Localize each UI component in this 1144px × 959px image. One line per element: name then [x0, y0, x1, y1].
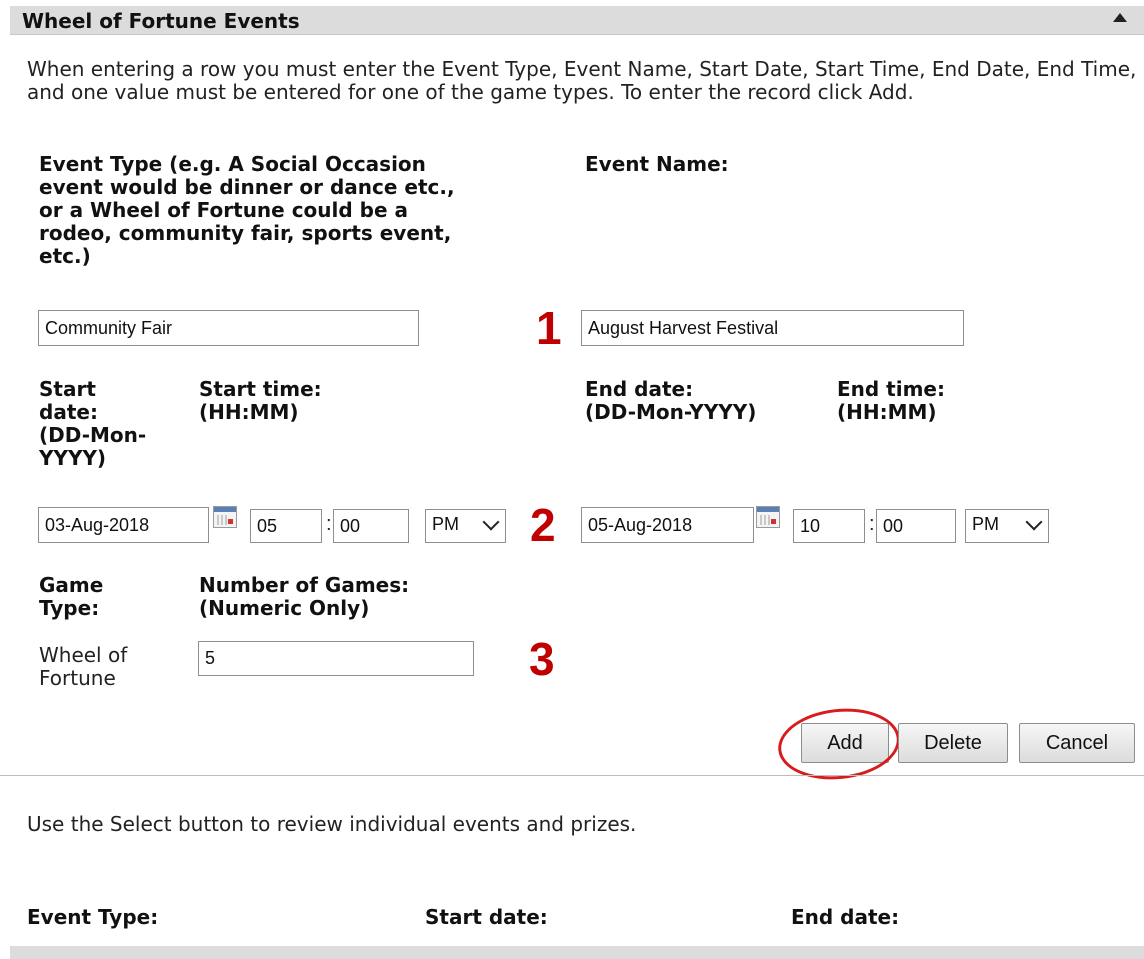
list-header-start-date: Start date: — [425, 905, 548, 929]
instructions-text: When entering a row you must enter the E… — [27, 57, 1137, 104]
number-of-games-label: Number of Games: (Numeric Only) — [199, 573, 410, 620]
divider — [0, 775, 1144, 776]
end-date-label: End date: (DD-Mon-YYYY) — [585, 377, 757, 424]
start-date-input[interactable] — [38, 507, 209, 543]
highlight-circle — [774, 702, 904, 786]
annotation-1: 1 — [536, 302, 562, 354]
end-time-label: End time: (HH:MM) — [837, 377, 945, 424]
start-time-label: Start time: (HH:MM) — [199, 377, 322, 424]
table-header-bar — [10, 946, 1144, 959]
end-date-input[interactable] — [581, 507, 754, 543]
end-ampm-select[interactable]: PM — [965, 509, 1049, 543]
end-minute-input[interactable] — [876, 509, 956, 543]
calendar-icon[interactable] — [756, 506, 780, 528]
start-ampm-select[interactable]: PM — [425, 509, 506, 543]
event-name-input[interactable] — [581, 310, 964, 346]
chevron-down-icon — [482, 513, 500, 531]
end-hour-input[interactable] — [793, 509, 865, 543]
annotation-2: 2 — [530, 499, 556, 551]
game-type-value: Wheel of Fortune — [39, 643, 128, 690]
list-header-event-type: Event Type: — [27, 905, 159, 929]
number-of-games-input[interactable] — [198, 641, 474, 676]
event-name-label: Event Name: — [585, 152, 729, 176]
start-date-label: Start date: (DD-Mon- YYYY) — [39, 377, 147, 470]
start-hour-input[interactable] — [250, 509, 322, 543]
event-type-input[interactable] — [38, 310, 419, 346]
time-separator: : — [869, 513, 875, 535]
panel-title: Wheel of Fortune Events — [22, 9, 300, 33]
chevron-down-icon — [1025, 513, 1043, 531]
cancel-button[interactable]: Cancel — [1019, 723, 1135, 763]
collapse-up-icon[interactable] — [1113, 13, 1127, 22]
start-minute-input[interactable] — [333, 509, 409, 543]
annotation-3: 3 — [529, 633, 555, 685]
select-hint-text: Use the Select button to review individu… — [27, 812, 637, 836]
calendar-icon[interactable] — [213, 506, 237, 528]
delete-button[interactable]: Delete — [898, 723, 1008, 763]
event-type-label: Event Type (e.g. A Social Occasion event… — [39, 152, 455, 268]
game-type-label: Game Type: — [39, 573, 104, 620]
time-separator: : — [326, 513, 332, 535]
list-header-end-date: End date: — [791, 905, 900, 929]
